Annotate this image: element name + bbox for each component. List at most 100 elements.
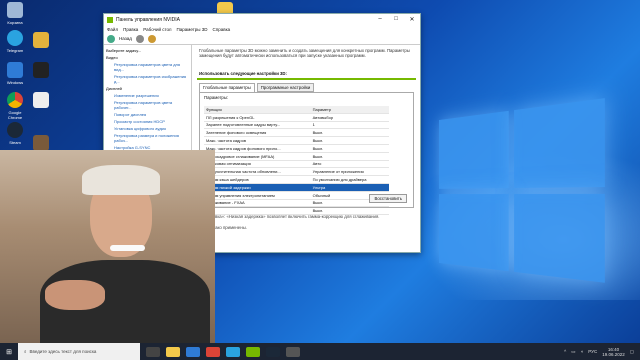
table-row[interactable]: Режим низкой задержки Ультра	[204, 183, 389, 192]
value-cell: Ультра	[310, 183, 389, 192]
tree-item[interactable]: Просмотр состояния HDCP	[106, 118, 189, 125]
chrome-taskbar-icon[interactable]	[206, 346, 220, 357]
feature-cell: Режим низкой задержки	[204, 183, 311, 192]
start-windows-icon[interactable]: ⊞	[0, 343, 18, 360]
webcam-microphone	[110, 245, 145, 251]
menubar: Файл Правка Рабочий стол Параметры 3D Сп…	[104, 25, 420, 33]
table-row[interactable]: Потоковая оптимизация Авто	[204, 160, 389, 169]
table-row[interactable]: Макс. частота кадров фонового прило... Вы…	[204, 144, 389, 153]
explorer-icon[interactable]	[166, 346, 180, 357]
value-cell: Авто	[310, 160, 389, 169]
forward-arrow-icon[interactable]	[135, 34, 144, 43]
restore-button[interactable]: Восстановить	[369, 194, 407, 203]
feature-cell: ПЛ разрешения к OpenGL	[204, 113, 311, 122]
task-view-icon[interactable]	[146, 346, 160, 357]
feature-cell: Сглаживание - FXAA	[204, 199, 311, 208]
tree-item[interactable]: Регулировка параметров цвета для вид...	[106, 61, 189, 73]
close-icon[interactable]: ✕	[404, 16, 420, 23]
desktop-icon-windows[interactable]: Windows	[2, 62, 28, 85]
taskbar: ⊞ ⌕ Введите здесь текст для поиска ^ ▭ ◖…	[0, 343, 640, 360]
menu-help[interactable]: Справка	[213, 27, 231, 32]
recycle-bin-icon	[7, 2, 23, 18]
tree-item[interactable]: Поворот дисплея	[106, 111, 189, 118]
feature-cell: Функция	[204, 106, 311, 114]
nvidia-icon	[107, 16, 113, 23]
table-row[interactable]: Предпочтительная частота обновлени... Упр…	[204, 167, 389, 177]
search-icon: ⌕	[24, 349, 27, 354]
table-row[interactable]: Выкл.	[204, 206, 389, 216]
desktop-icon-recycle-bin[interactable]: Корзина	[2, 2, 28, 25]
nvidia-taskbar-icon[interactable]	[246, 346, 260, 357]
tray-chevron-icon[interactable]: ^	[564, 349, 566, 354]
value-cell: По умолчанию для драйвера	[310, 175, 389, 184]
bottom-text: ...ут однако применены.	[199, 225, 247, 230]
table-row[interactable]: Макс. частота кадров Выкл.	[204, 136, 389, 145]
game-icon	[33, 32, 49, 48]
page-description: Глобальные параметры 3D можно заменить и…	[199, 48, 410, 58]
home-icon[interactable]	[147, 34, 156, 43]
tree-item[interactable]: Изменение разрешения	[106, 92, 189, 99]
value-cell: Параметр	[310, 106, 389, 114]
network-icon[interactable]: ▭	[571, 349, 575, 355]
app-taskbar-icon[interactable]	[286, 346, 300, 357]
feature-cell: Потоковая оптимизация	[204, 160, 311, 169]
table-row[interactable]: Затенение фонового освещения Выкл.	[204, 128, 389, 138]
section-header: Использовать следующие настройки 3D:	[197, 69, 416, 80]
value-cell: Выкл.	[310, 128, 389, 138]
toolbar: Назад	[104, 33, 420, 45]
clock-date: 19.06.2022	[602, 351, 625, 357]
desktop-icon-chrome[interactable]: Google Chrome	[2, 92, 28, 120]
desktop-icon-game[interactable]	[28, 32, 54, 50]
back-arrow-icon[interactable]	[107, 34, 115, 43]
desktop-icon-file[interactable]	[28, 92, 54, 110]
feature-cell: Режим управления электропитанием	[204, 191, 311, 200]
telegram-icon	[7, 30, 23, 46]
telegram-taskbar-icon[interactable]	[226, 346, 240, 357]
settings-panel: Параметры: Функция Параметр ПЛ разрешения …	[199, 92, 414, 216]
value-cell: 1	[310, 121, 389, 130]
table-row[interactable]: Заранее подготовленные кадры вирту... 1	[204, 121, 389, 130]
desktop-icon-app[interactable]	[28, 62, 54, 80]
tree-item[interactable]: Установка цифрового аудио	[106, 125, 189, 132]
steam-taskbar-icon[interactable]	[266, 346, 280, 357]
tree-item[interactable]: Регулировка параметров изображения д...	[106, 73, 189, 85]
menu-desktop[interactable]: Рабочий стол	[143, 27, 171, 32]
desktop-icon-label: Steam	[9, 140, 21, 145]
feature-cell: Макс. частота кадров фонового прило...	[204, 144, 311, 153]
store-icon[interactable]	[186, 346, 200, 357]
tree-item-display[interactable]: Дисплей	[106, 85, 189, 92]
menu-file[interactable]: Файл	[107, 27, 118, 32]
minimize-icon[interactable]: –	[372, 16, 388, 23]
value-cell: Выкл.	[310, 144, 389, 153]
menu-edit[interactable]: Правка	[123, 27, 138, 32]
chrome-icon	[7, 92, 23, 108]
content-pane: Глобальные параметры 3D можно заменить и…	[193, 45, 420, 252]
table-row[interactable]: Многокадровое сглаживание (MFAA) Выкл.	[204, 152, 389, 161]
tree-item[interactable]: Регулировка параметров цвета рабочег...	[106, 99, 189, 111]
webcam-person-hand	[45, 280, 105, 310]
tree-item-video[interactable]: Видео	[106, 54, 189, 61]
app-icon	[33, 62, 49, 78]
table-row[interactable]: Сглаживание - FXAA Выкл.	[204, 199, 389, 208]
volume-icon[interactable]: ◖	[580, 349, 583, 354]
webcam-overlay	[0, 150, 215, 343]
notification-icon[interactable]: ▢	[630, 349, 634, 355]
menu-3d-settings[interactable]: Параметры 3D	[177, 27, 208, 32]
clock[interactable]: 16:40 19.06.2022	[602, 347, 625, 357]
tab-global-settings[interactable]: Глобальные параметры	[199, 83, 255, 92]
taskbar-search[interactable]: ⌕ Введите здесь текст для поиска	[18, 343, 140, 360]
table-row[interactable]: ПЛ разрешения к OpenGL Автовыбор	[204, 113, 389, 122]
language-indicator[interactable]: РУС	[588, 349, 597, 354]
value-cell: Выкл.	[310, 152, 389, 161]
back-label[interactable]: Назад	[119, 36, 132, 41]
tab-program-settings[interactable]: Программные настройки	[256, 83, 315, 92]
desktop-icon-steam[interactable]: Steam	[2, 122, 28, 145]
tree-item[interactable]: Регулировка размера и положения рабоч...	[106, 132, 189, 144]
value-cell: Автовыбор	[310, 113, 389, 122]
desktop-icon-telegram[interactable]: Telegram	[2, 30, 28, 53]
desktop-icon-label: Telegram	[6, 48, 24, 53]
desktop-icon-label: Windows	[6, 80, 24, 85]
maximize-icon[interactable]: □	[388, 16, 404, 23]
table-row[interactable]: Режим кэша шейдеров По умолчанию для драй…	[204, 175, 389, 184]
table-row[interactable]: Режим управления электропитанием Обычный	[204, 191, 389, 200]
